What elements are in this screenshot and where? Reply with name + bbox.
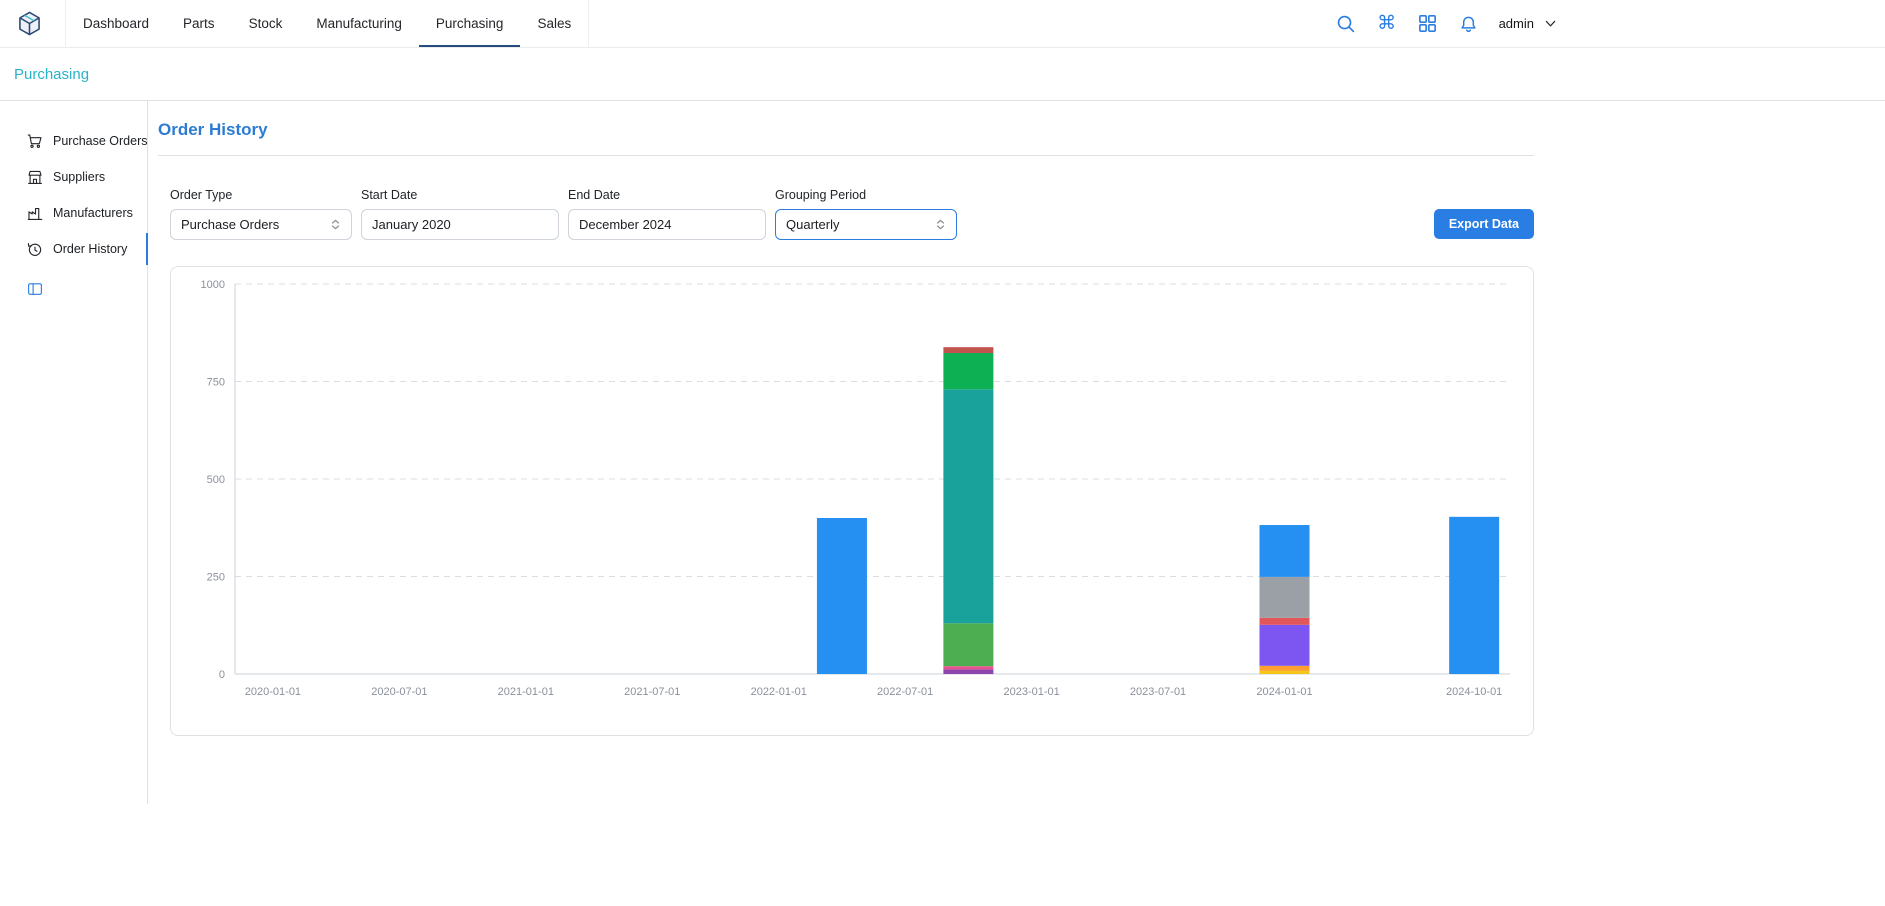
sidebar-item-label: Purchase Orders xyxy=(53,134,147,148)
grouping-period-field: Grouping Period Quarterly xyxy=(775,188,957,240)
x-axis-tick-label: 2021-07-01 xyxy=(624,686,680,698)
bar-segment xyxy=(943,669,993,674)
x-axis-tick-label: 2020-01-01 xyxy=(245,686,301,698)
main-nav-tabs: Dashboard Parts Stock Manufacturing Purc… xyxy=(65,0,589,47)
nav-tab-stock[interactable]: Stock xyxy=(232,0,300,47)
order-type-field: Order Type Purchase Orders xyxy=(170,188,352,240)
nav-right-actions: ⌘ admin xyxy=(1335,13,1560,35)
sidebar-item-purchase-orders[interactable]: Purchase Orders xyxy=(0,123,147,159)
end-date-label: End Date xyxy=(568,188,766,202)
top-navigation-inner: Dashboard Parts Stock Manufacturing Purc… xyxy=(0,0,1560,47)
sidebar-collapse-button[interactable] xyxy=(26,280,44,298)
grouping-period-value: Quarterly xyxy=(786,217,839,232)
chevron-down-icon xyxy=(1543,16,1558,31)
search-icon[interactable] xyxy=(1335,13,1357,35)
order-history-stacked-bar-chart: 0 250 500 750 1000 2020-01-01 2020-07-01 2021-0… xyxy=(171,267,1533,735)
bar-segment xyxy=(1260,671,1310,674)
page-title: Order History xyxy=(158,120,1534,140)
bar-segment xyxy=(943,666,993,669)
end-date-field: End Date xyxy=(568,188,766,240)
shopping-cart-icon xyxy=(26,132,44,150)
bar-segment xyxy=(943,623,993,666)
order-type-value: Purchase Orders xyxy=(181,217,279,232)
command-glyph: ⌘ xyxy=(1377,14,1396,33)
x-axis-tick-label: 2020-07-01 xyxy=(371,686,427,698)
sidebar-item-manufacturers[interactable]: Manufacturers xyxy=(0,195,147,231)
sidebar-item-label: Order History xyxy=(53,242,127,256)
order-type-select[interactable]: Purchase Orders xyxy=(170,209,352,240)
x-axis-tick-label: 2022-07-01 xyxy=(877,686,933,698)
user-menu[interactable]: admin xyxy=(1499,16,1560,31)
x-axis-tick-label: 2021-01-01 xyxy=(498,686,554,698)
app-logo[interactable] xyxy=(16,10,43,37)
main-panel: Order History Order Type Purchase Orders… xyxy=(148,101,1885,804)
nav-tab-manufacturing[interactable]: Manufacturing xyxy=(299,0,419,47)
building-store-icon xyxy=(26,168,44,186)
grouping-period-label: Grouping Period xyxy=(775,188,957,202)
selector-chevrons-icon xyxy=(328,217,343,232)
bar-segment xyxy=(1260,577,1310,618)
start-date-label: Start Date xyxy=(361,188,559,202)
sidebar: Purchase Orders Suppliers Manufacturers xyxy=(0,101,148,804)
x-axis-tick-label: 2022-01-01 xyxy=(751,686,807,698)
nav-tab-dashboard[interactable]: Dashboard xyxy=(66,0,166,47)
nav-tab-purchasing[interactable]: Purchasing xyxy=(419,0,521,47)
grouping-period-select[interactable]: Quarterly xyxy=(775,209,957,240)
x-axis-tick-label: 2023-01-01 xyxy=(1003,686,1059,698)
y-axis-tick-label: 500 xyxy=(207,474,225,486)
bar-segment xyxy=(1260,618,1310,625)
breadcrumb-bar: Purchasing xyxy=(0,48,1885,101)
bar-segment xyxy=(1449,517,1499,674)
y-axis-tick-label: 1000 xyxy=(201,279,225,291)
sidebar-item-suppliers[interactable]: Suppliers xyxy=(0,159,147,195)
factory-icon xyxy=(26,204,44,222)
nav-tab-sales[interactable]: Sales xyxy=(520,0,588,47)
command-palette-icon[interactable]: ⌘ xyxy=(1376,13,1398,35)
export-data-button[interactable]: Export Data xyxy=(1434,209,1534,239)
sidebar-item-label: Suppliers xyxy=(53,170,105,184)
y-axis-tick-label: 750 xyxy=(207,377,225,389)
x-axis-tick-label: 2024-01-01 xyxy=(1256,686,1312,698)
y-axis-tick-label: 0 xyxy=(219,669,225,681)
username-label: admin xyxy=(1499,16,1534,31)
bar-segment xyxy=(1260,666,1310,671)
sidebar-item-label: Manufacturers xyxy=(53,206,133,220)
nav-tab-parts[interactable]: Parts xyxy=(166,0,232,47)
bar-segment xyxy=(817,518,867,674)
start-date-input[interactable] xyxy=(361,209,559,240)
panel-collapse-icon xyxy=(26,280,44,298)
x-axis-tick-label: 2023-07-01 xyxy=(1130,686,1186,698)
order-history-chart-panel: 0 250 500 750 1000 2020-01-01 2020-07-01 2021-0… xyxy=(170,266,1534,736)
bar-segment xyxy=(1260,625,1310,666)
notifications-bell-icon[interactable] xyxy=(1458,13,1480,35)
main-inner: Order History Order Type Purchase Orders… xyxy=(158,120,1534,736)
breadcrumb-purchasing[interactable]: Purchasing xyxy=(14,66,89,83)
selector-chevrons-icon xyxy=(933,217,948,232)
bar-segment xyxy=(943,353,993,389)
scan-barcode-icon[interactable] xyxy=(1417,13,1439,35)
sidebar-item-order-history[interactable]: Order History xyxy=(0,231,147,267)
filters-row: Order Type Purchase Orders Start Date En… xyxy=(170,188,1534,240)
end-date-input[interactable] xyxy=(568,209,766,240)
bar-segment xyxy=(943,347,993,353)
bar-segment xyxy=(943,389,993,623)
title-divider xyxy=(158,155,1534,156)
content-area: Purchase Orders Suppliers Manufacturers xyxy=(0,101,1885,804)
start-date-field: Start Date xyxy=(361,188,559,240)
bar-segment xyxy=(1260,525,1310,577)
order-type-label: Order Type xyxy=(170,188,352,202)
y-axis-tick-label: 250 xyxy=(207,572,225,584)
history-clock-icon xyxy=(26,240,44,258)
x-axis-tick-label: 2024-10-01 xyxy=(1446,686,1502,698)
inventree-logo-icon xyxy=(16,10,43,37)
top-navigation-bar: Dashboard Parts Stock Manufacturing Purc… xyxy=(0,0,1885,48)
